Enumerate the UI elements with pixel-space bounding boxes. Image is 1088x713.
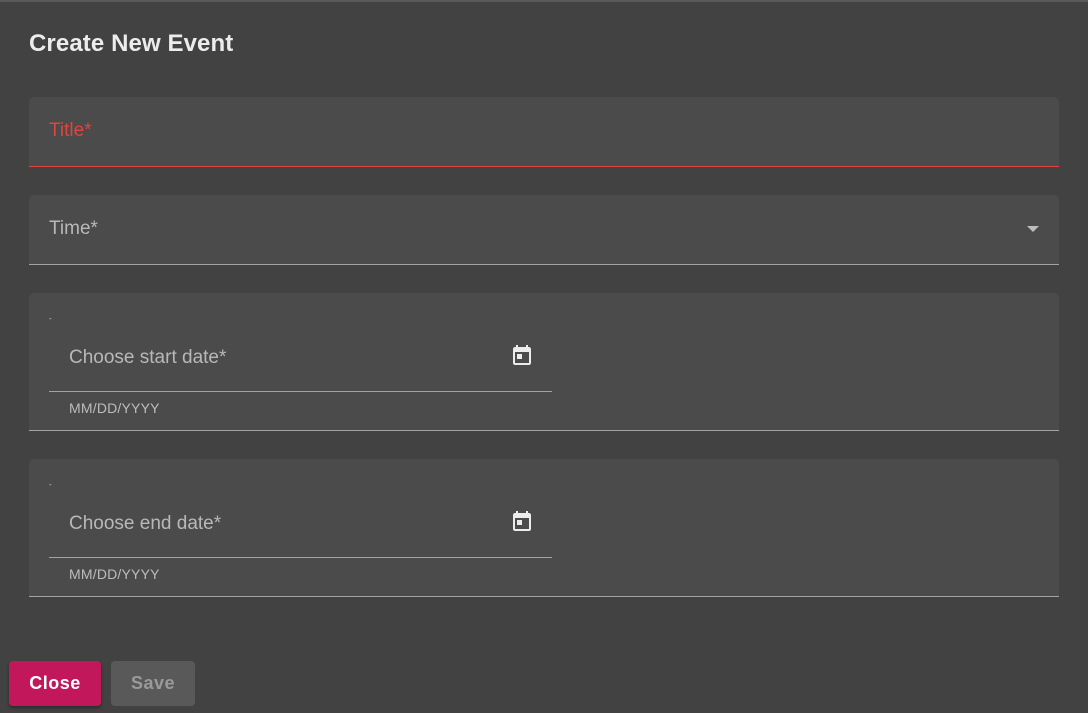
end-date-input[interactable]: Choose end date* bbox=[49, 493, 552, 558]
start-date-helper: MM/DD/YYYY bbox=[69, 400, 160, 416]
chevron-down-icon[interactable] bbox=[1027, 226, 1039, 232]
create-event-dialog: Create New Event Title* Time* - Choose s… bbox=[0, 0, 1088, 713]
end-date-mark: - bbox=[49, 480, 52, 489]
calendar-icon[interactable] bbox=[510, 510, 534, 534]
save-button[interactable]: Save bbox=[111, 661, 195, 706]
end-date-container: - Choose end date* MM/DD/YYYY bbox=[29, 459, 1059, 597]
start-date-mark: - bbox=[49, 314, 52, 323]
dialog-title: Create New Event bbox=[29, 30, 234, 57]
time-select-label: Time* bbox=[49, 218, 98, 239]
title-field[interactable]: Title* bbox=[29, 97, 1059, 167]
calendar-icon[interactable] bbox=[510, 344, 534, 368]
title-field-label: Title* bbox=[49, 120, 92, 141]
end-date-helper: MM/DD/YYYY bbox=[69, 566, 160, 582]
end-date-label: Choose end date* bbox=[69, 513, 222, 534]
close-button[interactable]: Close bbox=[9, 661, 101, 706]
start-date-input[interactable]: Choose start date* bbox=[49, 327, 552, 392]
time-select[interactable]: Time* bbox=[29, 195, 1059, 265]
start-date-container: - Choose start date* MM/DD/YYYY bbox=[29, 293, 1059, 431]
start-date-label: Choose start date* bbox=[69, 347, 227, 368]
